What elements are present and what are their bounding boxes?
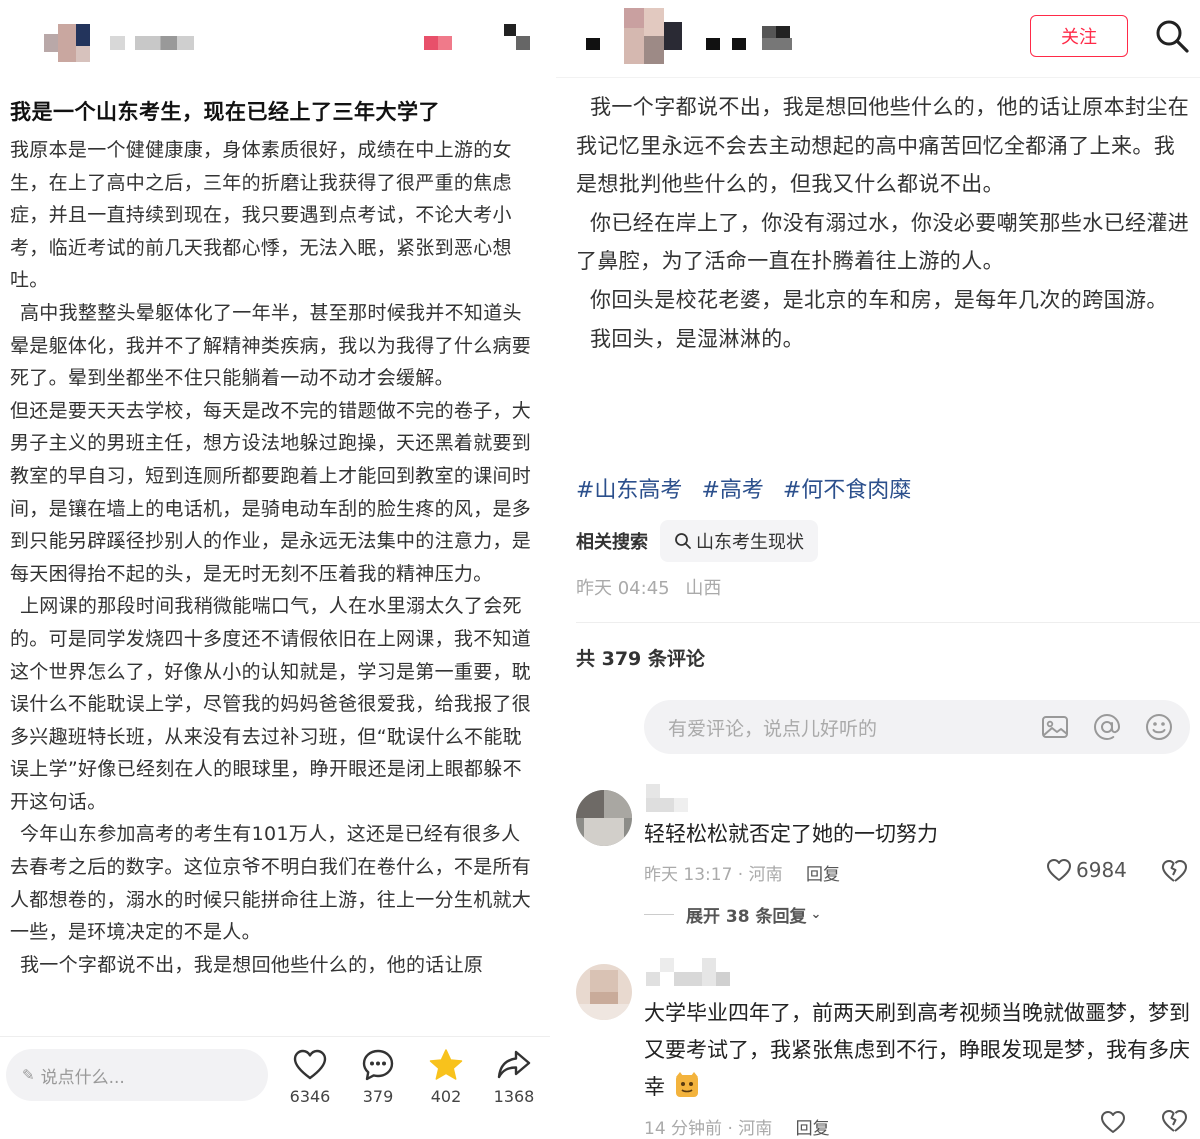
heart-icon <box>280 1047 340 1083</box>
star-button[interactable]: 402 <box>416 1047 476 1106</box>
author-avatar[interactable] <box>624 8 684 64</box>
comment-count-heading: 共 379 条评论 <box>576 648 705 670</box>
reply-button[interactable]: 回复 <box>796 1119 830 1139</box>
related-search-query: 山东考生现状 <box>696 532 804 553</box>
emoji-icon[interactable] <box>1144 712 1174 742</box>
post-paragraph: 我一个字都说不出，我是想回他些什么的，他的话让原本封尘在我记忆里永远不会去主动想… <box>576 95 1190 197</box>
commenter-avatar[interactable] <box>576 964 632 1020</box>
header-blur-left <box>586 38 600 50</box>
comment-text: 轻轻松松就否定了她的一切努力 <box>644 822 938 846</box>
post-paragraph: 今年山东参加高考的考生有101万人，这还是已经有很多人去春考之后的数字。这位京爷… <box>10 823 532 944</box>
commenter-name[interactable] <box>646 784 690 812</box>
like-count: 6346 <box>289 1087 331 1106</box>
comment-button[interactable]: 379 <box>348 1047 408 1106</box>
author-name[interactable] <box>706 26 806 52</box>
comment-time-location: 14 分钟前 · 河南 <box>644 1119 773 1139</box>
post-paragraph: 我原本是一个健健康康，身体素质很好，成绩在中上游的女生，在上了高中之后，三年的折… <box>10 139 512 292</box>
post-paragraph: 我一个字都说不出，我是想回他些什么的，他的话让原 <box>20 953 484 976</box>
right-post-panel: 我一个字都说不出，我是想回他些什么的，他的话让原本封尘在我记忆里永远不会去主动想… <box>556 0 1200 1139</box>
follow-button[interactable]: 关注 <box>1030 15 1128 57</box>
share-count: 1368 <box>493 1087 535 1106</box>
related-search-label: 相关搜索 <box>576 532 648 553</box>
related-search-chip[interactable]: 山东考生现状 <box>660 520 818 562</box>
author-avatar[interactable] <box>44 24 98 62</box>
dislike-icon[interactable] <box>1160 858 1188 888</box>
heart-icon <box>1101 1111 1125 1133</box>
divider <box>644 914 674 915</box>
post-time: 昨天 04:45 <box>576 578 670 599</box>
header-blur-1 <box>424 36 452 50</box>
left-post-panel: 我是一个山东考生，现在已经上了三年大学了 我原本是一个健健康康，身体素质很好，成… <box>0 0 550 1139</box>
comment-text: 大学毕业四年了，前两天刷到高考视频当晚就做噩梦，梦到又要考试了，我紧张焦虑到不行… <box>644 995 1200 1106</box>
comment-time-location: 昨天 13:17 · 河南 <box>644 865 783 885</box>
left-bottom-bar: ✎ 说点什么... 6346 379 402 1368 <box>0 1036 550 1139</box>
comment-bubble-icon <box>348 1047 408 1083</box>
comment-meta: 14 分钟前 · 河南 回复 <box>644 1114 830 1139</box>
post-paragraph: 高中我整整头晕躯体化了一年半，甚至那时候我并不知道头晕是躯体化，我并不了解精神类… <box>10 301 532 390</box>
heart-icon <box>1047 859 1071 881</box>
related-search: 相关搜索 山东考生现状 <box>576 520 818 562</box>
image-icon[interactable] <box>1040 712 1070 742</box>
right-header: 关注 <box>556 0 1200 78</box>
expand-replies-button[interactable]: 展开 38 条回复 ⌄ <box>644 902 821 927</box>
comment-like-count: 6984 <box>1076 858 1127 882</box>
comment-placeholder: 说点什么... <box>40 1067 125 1088</box>
comment-meta: 昨天 13:17 · 河南 回复 <box>644 860 840 885</box>
post-paragraph: 你已经在岸上了，你没有溺过水，你没必要嘲笑那些水已经灌进了鼻腔，为了活命一直在扑… <box>576 210 1190 274</box>
hashtag-row: #山东高考 #高考 #何不食肉糜 <box>576 472 923 504</box>
hashtag[interactable]: #何不食肉糜 <box>783 478 911 503</box>
comment-count: 379 <box>362 1087 394 1106</box>
comment-text-content: 大学毕业四年了，前两天刷到高考视频当晚就做噩梦，梦到又要考试了，我紧张焦虑到不行… <box>644 1001 1190 1099</box>
search-icon[interactable] <box>1154 18 1190 54</box>
star-count: 402 <box>430 1087 462 1106</box>
comment-input[interactable]: 有爱评论，说点儿好听的 <box>644 700 1190 754</box>
search-icon <box>675 533 691 549</box>
comment-like-button[interactable] <box>1100 1110 1126 1138</box>
star-icon <box>416 1047 476 1083</box>
post-meta: 昨天 04:45 山西 <box>576 574 731 600</box>
dislike-icon[interactable] <box>1160 1108 1188 1138</box>
pen-icon: ✎ <box>22 1066 35 1084</box>
post-title: 我是一个山东考生，现在已经上了三年大学了 <box>10 100 440 124</box>
reply-button[interactable]: 回复 <box>806 865 840 885</box>
hashtag[interactable]: #高考 <box>701 478 763 503</box>
post-paragraph: 你回头是校花老婆，是北京的车和房，是每年几次的跨国游。 <box>590 287 1168 312</box>
left-header <box>0 0 550 80</box>
divider <box>576 622 1200 623</box>
header-blur-2 <box>504 24 532 50</box>
mention-icon[interactable] <box>1092 712 1122 742</box>
commenter-avatar[interactable] <box>576 790 632 846</box>
text-fade <box>0 1000 550 1040</box>
post-paragraph: 但还是要天天去学校，每天是改不完的错题做不完的卷子，大男子主义的男班主任，想方设… <box>10 399 532 585</box>
share-icon <box>484 1047 544 1083</box>
comment-like-button[interactable]: 6984 <box>1046 858 1127 882</box>
right-post-body: 我一个字都说不出，我是想回他些什么的，他的话让原本封尘在我记忆里永远不会去主动想… <box>576 88 1190 358</box>
comment-placeholder: 有爱评论，说点儿好听的 <box>668 718 878 740</box>
post-location: 山西 <box>685 578 722 599</box>
comment-input-pill[interactable]: ✎ 说点什么... <box>6 1049 268 1101</box>
author-name[interactable] <box>110 36 194 50</box>
like-button[interactable]: 6346 <box>280 1047 340 1106</box>
chevron-down-icon: ⌄ <box>810 907 822 922</box>
emoji-sticker-icon <box>674 1071 700 1099</box>
post-paragraph: 我回头，是湿淋淋的。 <box>590 326 804 351</box>
post-body: 我原本是一个健健康康，身体素质很好，成绩在中上游的女生，在上了高中之后，三年的折… <box>10 134 532 1036</box>
expand-replies-label: 展开 38 条回复 <box>686 907 807 927</box>
hashtag[interactable]: #山东高考 <box>576 478 682 503</box>
share-button[interactable]: 1368 <box>484 1047 544 1106</box>
post-paragraph: 上网课的那段时间我稍微能喘口气，人在水里溺太久了会死的。可是同学发烧四十多度还不… <box>10 595 532 813</box>
commenter-name[interactable] <box>646 958 736 986</box>
